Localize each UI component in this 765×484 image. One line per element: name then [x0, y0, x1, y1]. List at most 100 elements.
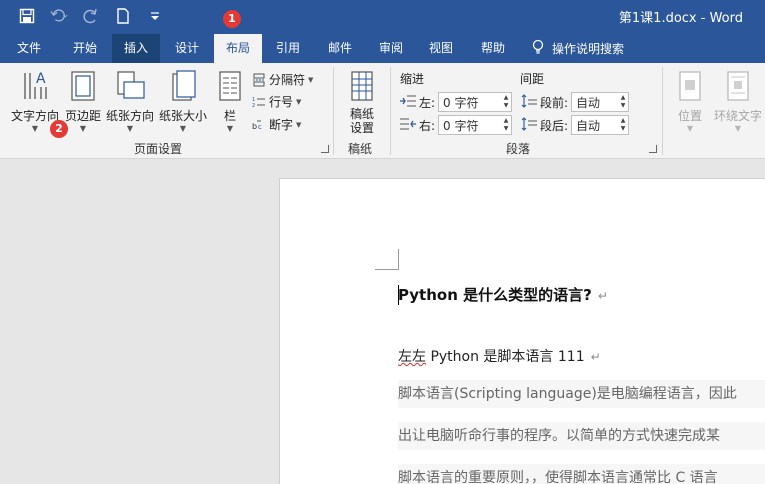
- spacing-before-row: 段前: 自动 ▲ ▼: [521, 92, 630, 112]
- draft-paper-icon: [346, 69, 378, 105]
- indent-left-input[interactable]: 0 字符 ▲ ▼: [438, 92, 513, 112]
- spacing-after-row: 段后: 自动 ▲ ▼: [521, 115, 630, 135]
- group-separator: [390, 67, 391, 155]
- size-button[interactable]: 纸张大小 ▼: [156, 63, 210, 134]
- orientation-icon: [114, 69, 146, 105]
- paragraph-mark: ↵: [597, 289, 608, 303]
- tab-references[interactable]: 引用: [262, 34, 314, 63]
- chevron-down-icon: ▼: [179, 124, 187, 133]
- columns-button[interactable]: 栏 ▼: [214, 63, 246, 134]
- line-numbers-button[interactable]: 12 行号 ▼: [252, 93, 301, 110]
- svg-text:b: b: [252, 122, 257, 131]
- chevron-down-icon: ▼: [308, 75, 314, 84]
- document-title: 第1课1.docx - Word: [618, 11, 743, 26]
- chevron-down-icon: ▼: [226, 124, 234, 133]
- document-page[interactable]: Python 是什么类型的语言? ↵ 左左 Python 是脚本语言 111 ↵ 脚…: [279, 178, 765, 484]
- indent-right-input[interactable]: 0 字符 ▲ ▼: [438, 115, 513, 135]
- paragraph-mark: ↵: [590, 350, 601, 364]
- chevron-down-icon: ▼: [686, 124, 694, 133]
- undo-icon[interactable]: [50, 7, 68, 25]
- svg-text:A: A: [36, 71, 46, 87]
- spacing-before-input[interactable]: 自动 ▲ ▼: [571, 92, 630, 112]
- misspelled-word[interactable]: 左左: [398, 349, 426, 365]
- hyphenation-button[interactable]: bc 断字 ▼: [252, 116, 301, 133]
- spinner-arrows-icon[interactable]: ▲ ▼: [618, 93, 628, 111]
- new-document-icon[interactable]: [114, 7, 132, 25]
- page-corner-mark: [375, 249, 399, 270]
- svg-text:c: c: [258, 123, 262, 131]
- step-badge-2: 2: [50, 120, 68, 138]
- tell-me-search[interactable]: 操作说明搜索: [532, 34, 624, 63]
- spacing-label: 间距: [520, 72, 545, 86]
- tab-view[interactable]: 视图: [416, 34, 466, 63]
- draft-settings-label: 稿纸 设置: [349, 107, 374, 135]
- breaks-button[interactable]: 分隔符 ▼: [252, 71, 313, 88]
- position-icon: [674, 69, 706, 105]
- chevron-down-icon: ▼: [296, 120, 302, 129]
- spacing-after-icon: [521, 116, 537, 134]
- heading-line[interactable]: Python 是什么类型的语言? ↵: [398, 284, 608, 305]
- tab-help[interactable]: 帮助: [466, 34, 520, 63]
- indent-right-label: 右:: [419, 118, 436, 133]
- page-setup-group-label: 页面设置: [134, 142, 183, 156]
- spacing-after-input[interactable]: 自动 ▲ ▼: [571, 115, 630, 135]
- chevron-down-icon: ▼: [79, 124, 87, 133]
- wrap-text-icon: [722, 69, 754, 105]
- tab-design[interactable]: 设计: [160, 34, 214, 63]
- indent-label: 缩进: [400, 72, 425, 86]
- columns-icon: [214, 69, 246, 105]
- ribbon-tabs: 文件 开始 插入 设计 布局 引用 邮件 审阅 视图 帮助 操作说明搜索: [0, 34, 765, 63]
- title-bar: 第1课1.docx - Word: [0, 0, 765, 34]
- wrap-text-label: 环绕文字: [713, 109, 762, 123]
- indent-left-row: 左: 0 字符 ▲ ▼: [400, 92, 513, 112]
- page-setup-launcher-icon[interactable]: [321, 145, 329, 153]
- orientation-button[interactable]: 纸张方向 ▼: [104, 63, 156, 134]
- indent-left-icon: [400, 94, 416, 111]
- margins-button[interactable]: 页边距 ▼: [62, 63, 104, 134]
- margins-label: 页边距: [64, 109, 101, 123]
- tab-home[interactable]: 开始: [58, 34, 112, 63]
- line-numbers-icon: 12: [252, 95, 266, 109]
- indent-right-value: 0 字符: [443, 118, 479, 133]
- body-line[interactable]: 脚本语言的重要原则，，使得脚本语言通常比 C 语言: [398, 464, 765, 484]
- paragraph-line[interactable]: 左左 Python 是脚本语言 111 ↵: [398, 346, 601, 366]
- customize-qat-icon[interactable]: [146, 7, 164, 25]
- paragraph-launcher-icon[interactable]: [649, 145, 657, 153]
- spinner-arrows-icon[interactable]: ▲ ▼: [618, 116, 628, 134]
- page-size-icon: [167, 69, 199, 105]
- indent-right-row: 右: 0 字符 ▲ ▼: [400, 115, 513, 135]
- spacing-after-value: 自动: [576, 118, 601, 133]
- breaks-icon: [252, 73, 266, 87]
- document-area[interactable]: Python 是什么类型的语言? ↵ 左左 Python 是脚本语言 111 ↵ 脚…: [0, 159, 765, 484]
- group-separator: [662, 67, 663, 155]
- size-label: 纸张大小: [158, 109, 207, 123]
- draft-group-label: 稿纸: [348, 142, 373, 156]
- svg-text:2: 2: [252, 103, 255, 109]
- columns-label: 栏: [223, 109, 236, 123]
- position-button[interactable]: 位置 ▼: [670, 63, 710, 134]
- body-line[interactable]: 脚本语言(Scripting language)是电脑编程语言，因此: [398, 380, 765, 408]
- spacing-before-value: 自动: [576, 95, 601, 110]
- tab-mailings[interactable]: 邮件: [314, 34, 366, 63]
- paragraph-text: Python 是脚本语言 111: [426, 349, 585, 365]
- save-icon[interactable]: [18, 7, 36, 25]
- heading-text: Python 是什么类型的语言?: [398, 286, 592, 304]
- paragraph-group-label: 段落: [506, 142, 531, 156]
- step-badge-1: 1: [223, 10, 241, 28]
- text-direction-icon: A: [19, 69, 51, 105]
- body-line[interactable]: 出让电脑听命行事的程序。以简单的方式快速完成某: [398, 422, 765, 450]
- spinner-arrows-icon[interactable]: ▲ ▼: [501, 116, 511, 134]
- redo-icon[interactable]: [82, 7, 100, 25]
- lightbulb-icon: [532, 39, 544, 58]
- hyphenation-icon: bc: [252, 118, 266, 132]
- tab-file[interactable]: 文件: [0, 34, 58, 63]
- breaks-label: 分隔符: [269, 73, 306, 87]
- indent-left-value: 0 字符: [443, 95, 479, 110]
- spinner-arrows-icon[interactable]: ▲ ▼: [501, 93, 511, 111]
- tab-insert[interactable]: 插入: [112, 34, 160, 63]
- line-numbers-label: 行号: [269, 95, 294, 109]
- tab-layout[interactable]: 布局: [214, 34, 262, 63]
- tab-review[interactable]: 审阅: [366, 34, 416, 63]
- draft-settings-button[interactable]: 稿纸 设置: [340, 63, 384, 135]
- wrap-text-button[interactable]: 环绕文字 ▼: [711, 63, 765, 134]
